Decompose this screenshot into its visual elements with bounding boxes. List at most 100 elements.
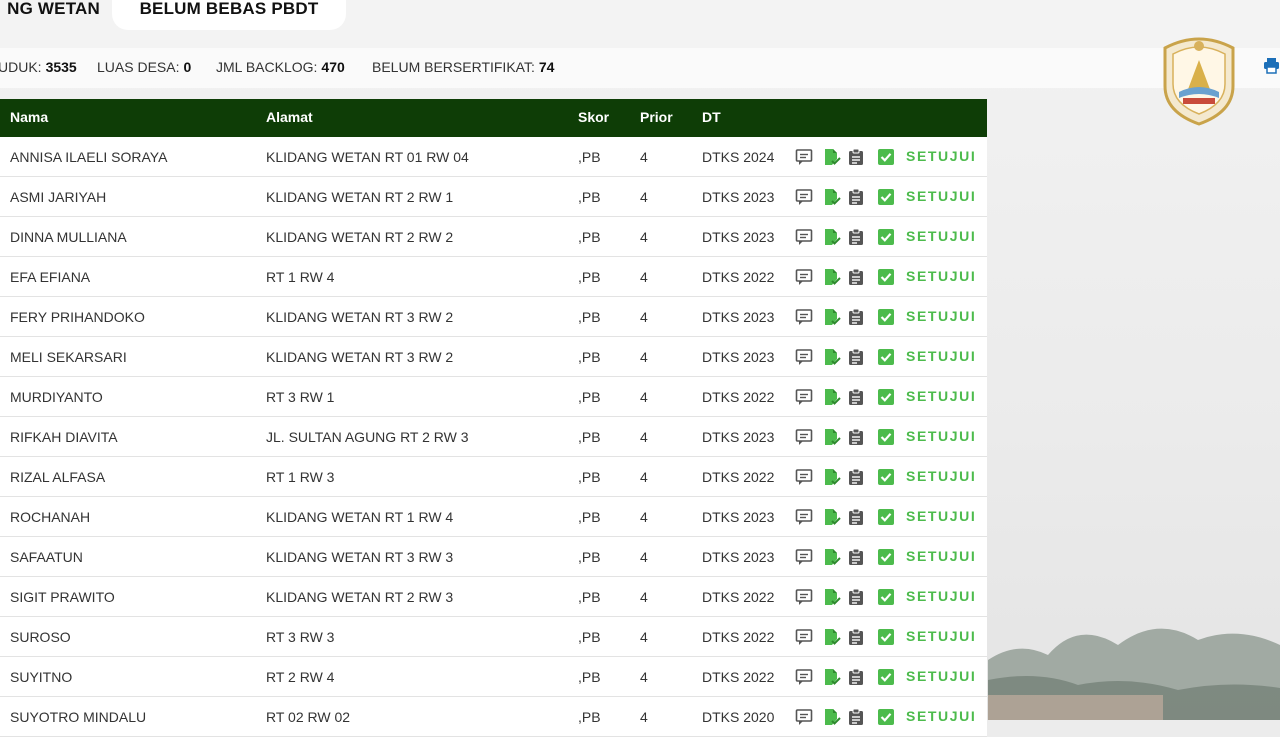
checkbox-checked-icon[interactable] [877,388,895,406]
document-check-icon[interactable] [823,348,841,366]
cell-alamat: RT 3 RW 3 [266,629,335,645]
comment-icon[interactable] [795,268,813,286]
comment-icon[interactable] [795,548,813,566]
approve-button[interactable]: SETUJUI [906,348,976,364]
checkbox-checked-icon[interactable] [877,428,895,446]
comment-icon[interactable] [795,428,813,446]
clipboard-icon[interactable] [847,348,865,366]
cell-skor: ,PB [578,589,601,605]
approve-button[interactable]: SETUJUI [906,588,976,604]
document-check-icon[interactable] [823,148,841,166]
approve-button[interactable]: SETUJUI [906,628,976,644]
checkbox-checked-icon[interactable] [877,268,895,286]
approve-button[interactable]: SETUJUI [906,148,976,164]
stat-label: BELUM BERSERTIFIKAT: [372,59,535,75]
approve-button[interactable]: SETUJUI [906,508,976,524]
document-check-icon[interactable] [823,228,841,246]
checkbox-checked-icon[interactable] [877,228,895,246]
approve-button[interactable]: SETUJUI [906,188,976,204]
table-row: RIZAL ALFASA RT 1 RW 3 ,PB 4 DTKS 2022 S… [0,457,987,497]
table-row: SAFAATUN KLIDANG WETAN RT 3 RW 3 ,PB 4 D… [0,537,987,577]
comment-icon[interactable] [795,148,813,166]
clipboard-icon[interactable] [847,308,865,326]
document-check-icon[interactable] [823,628,841,646]
column-header-prior[interactable]: Prior [640,109,673,125]
checkbox-checked-icon[interactable] [877,508,895,526]
approve-button[interactable]: SETUJUI [906,308,976,324]
cell-alamat: JL. SULTAN AGUNG RT 2 RW 3 [266,429,469,445]
cell-skor: ,PB [578,389,601,405]
comment-icon[interactable] [795,468,813,486]
document-check-icon[interactable] [823,428,841,446]
cell-dt: DTKS 2022 [702,269,775,285]
document-check-icon[interactable] [823,708,841,726]
comment-icon[interactable] [795,308,813,326]
clipboard-icon[interactable] [847,508,865,526]
approve-button[interactable]: SETUJUI [906,708,976,724]
cell-dt: DTKS 2023 [702,229,775,245]
document-check-icon[interactable] [823,188,841,206]
checkbox-checked-icon[interactable] [877,628,895,646]
checkbox-checked-icon[interactable] [877,468,895,486]
clipboard-icon[interactable] [847,468,865,486]
stats-bar: UDUK: 3535 LUAS DESA: 0 JML BACKLOG: 470 BE… [0,48,1280,88]
checkbox-checked-icon[interactable] [877,548,895,566]
approve-button[interactable]: SETUJUI [906,428,976,444]
comment-icon[interactable] [795,188,813,206]
stat-label: JML BACKLOG: [216,59,318,75]
column-header-nama[interactable]: Nama [10,109,48,125]
comment-icon[interactable] [795,628,813,646]
clipboard-icon[interactable] [847,148,865,166]
checkbox-checked-icon[interactable] [877,348,895,366]
cell-nama: ROCHANAH [10,509,91,525]
cell-prior: 4 [640,549,648,565]
clipboard-icon[interactable] [847,548,865,566]
cell-skor: ,PB [578,349,601,365]
comment-icon[interactable] [795,588,813,606]
document-check-icon[interactable] [823,588,841,606]
document-check-icon[interactable] [823,668,841,686]
document-check-icon[interactable] [823,268,841,286]
comment-icon[interactable] [795,348,813,366]
column-header-skor[interactable]: Skor [578,109,609,125]
approve-button[interactable]: SETUJUI [906,268,976,284]
stat-jml-backlog: JML BACKLOG: 470 [216,59,345,75]
approve-button[interactable]: SETUJUI [906,468,976,484]
checkbox-checked-icon[interactable] [877,308,895,326]
checkbox-checked-icon[interactable] [877,708,895,726]
clipboard-icon[interactable] [847,668,865,686]
document-check-icon[interactable] [823,388,841,406]
cell-alamat: KLIDANG WETAN RT 3 RW 2 [266,349,454,365]
comment-icon[interactable] [795,508,813,526]
print-icon[interactable] [1263,57,1280,74]
document-check-icon[interactable] [823,548,841,566]
approve-button[interactable]: SETUJUI [906,668,976,684]
comment-icon[interactable] [795,388,813,406]
approve-button[interactable]: SETUJUI [906,548,976,564]
document-check-icon[interactable] [823,308,841,326]
checkbox-checked-icon[interactable] [877,668,895,686]
clipboard-icon[interactable] [847,228,865,246]
clipboard-icon[interactable] [847,588,865,606]
checkbox-checked-icon[interactable] [877,588,895,606]
clipboard-icon[interactable] [847,708,865,726]
table-row: DINNA MULLIANA KLIDANG WETAN RT 2 RW 2 ,… [0,217,987,257]
clipboard-icon[interactable] [847,388,865,406]
approve-button[interactable]: SETUJUI [906,228,976,244]
document-check-icon[interactable] [823,508,841,526]
column-header-dt[interactable]: DT [702,109,721,125]
clipboard-icon[interactable] [847,268,865,286]
clipboard-icon[interactable] [847,628,865,646]
checkbox-checked-icon[interactable] [877,188,895,206]
comment-icon[interactable] [795,668,813,686]
checkbox-checked-icon[interactable] [877,148,895,166]
clipboard-icon[interactable] [847,428,865,446]
clipboard-icon[interactable] [847,188,865,206]
column-header-alamat[interactable]: Alamat [266,109,313,125]
approve-button[interactable]: SETUJUI [906,388,976,404]
document-check-icon[interactable] [823,468,841,486]
comment-icon[interactable] [795,228,813,246]
tab-ng-wetan[interactable]: NG WETAN [0,0,100,30]
comment-icon[interactable] [795,708,813,726]
tab-belum-bebas-pbdt[interactable]: BELUM BEBAS PBDT [112,0,346,30]
